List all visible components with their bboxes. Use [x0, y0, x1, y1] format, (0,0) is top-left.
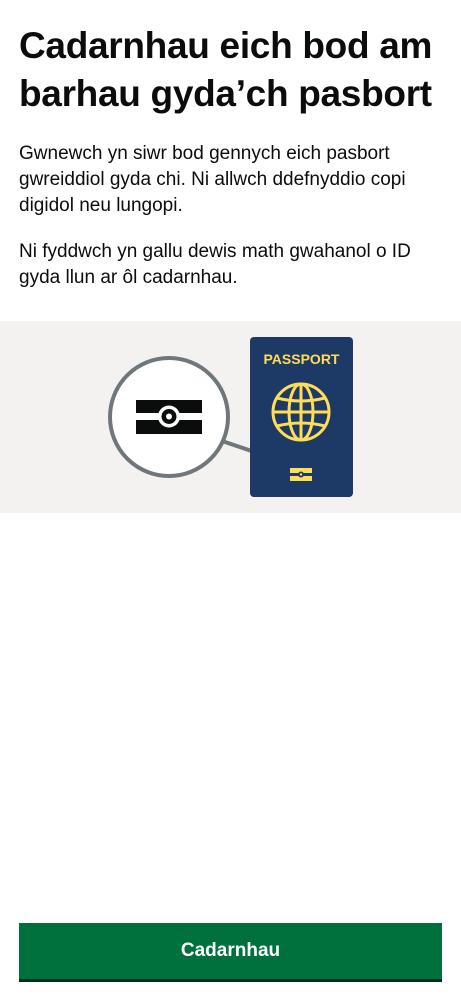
passport-label: PASSPORT — [264, 351, 340, 367]
magnified-chip-icon — [136, 400, 202, 434]
original-passport-paragraph: Gwnewch yn siwr bod gennych eich pasbort… — [19, 143, 406, 216]
passport-chip-graphic: PASSPORT — [108, 337, 353, 497]
magnifier-icon — [108, 356, 230, 478]
passport-icon: PASSPORT — [250, 337, 353, 497]
no-change-id-paragraph: Ni fyddwch yn gallu dewis math gwahanol … — [19, 241, 411, 288]
confirm-button[interactable]: Cadarnhau — [19, 923, 442, 979]
chip-icon — [290, 468, 312, 481]
passport-illustration: PASSPORT — [0, 321, 461, 513]
page-title: Cadarnhau eich bod am barhau gyda’ch pas… — [19, 25, 433, 114]
globe-icon — [271, 382, 331, 442]
